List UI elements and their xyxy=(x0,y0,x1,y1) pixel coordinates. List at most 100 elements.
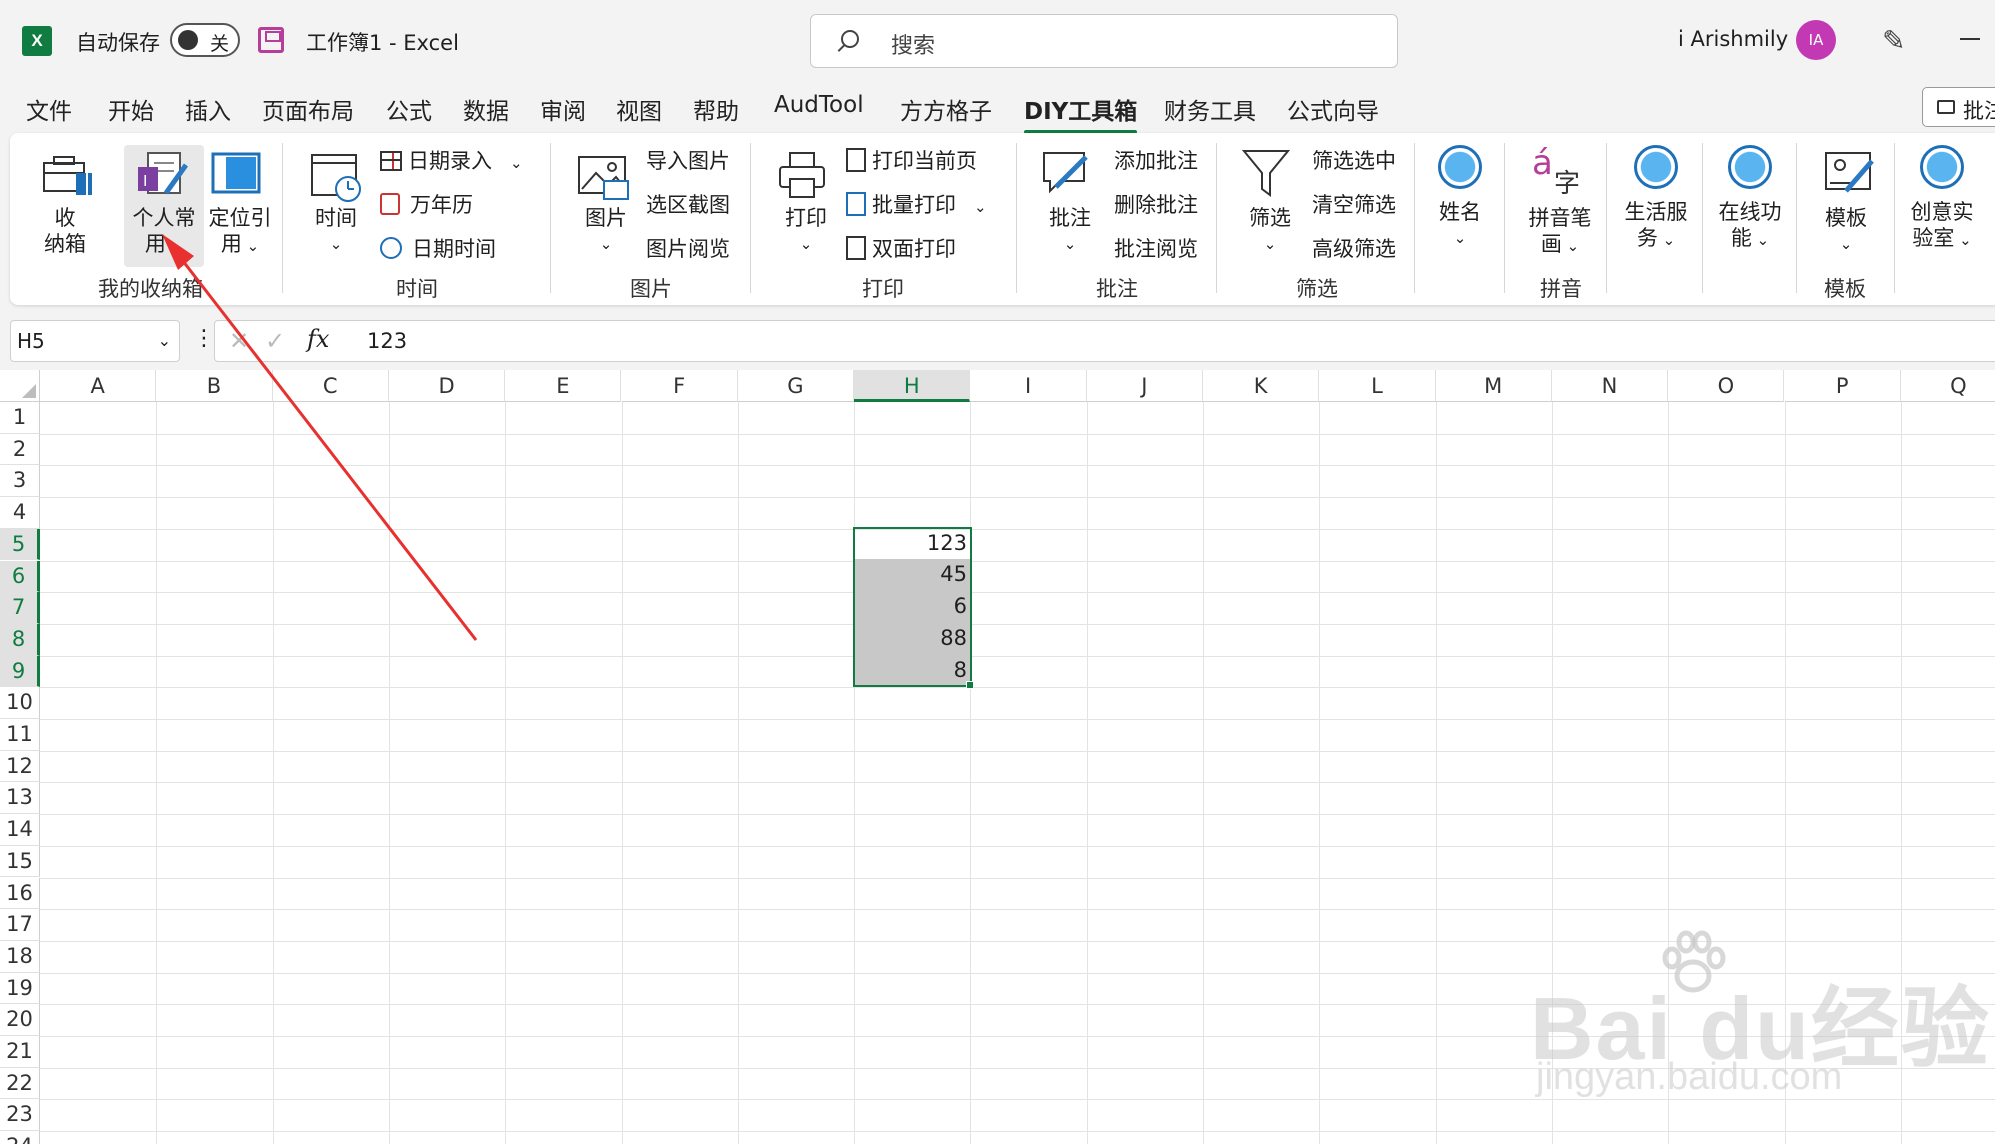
column-header-q[interactable]: Q xyxy=(1900,370,1995,402)
row-header-3[interactable]: 3 xyxy=(0,465,40,498)
insert-function-icon[interactable]: fx xyxy=(307,325,329,353)
column-header-f[interactable]: F xyxy=(621,370,738,402)
enter-check-icon[interactable]: ✓ xyxy=(265,327,285,355)
perpetual-calendar-button[interactable]: 万年历 xyxy=(380,189,473,219)
row-header-8[interactable]: 8 xyxy=(0,623,40,656)
picture-button[interactable]: 图片 ⌄ xyxy=(576,205,636,257)
row-header-18[interactable]: 18 xyxy=(0,940,40,973)
tab-view[interactable]: 视图 xyxy=(616,92,662,126)
creative-lab-button[interactable]: 创意实 验室 ⌄ xyxy=(1902,199,1982,253)
pinyin-stroke-button[interactable]: 拼音笔 画 ⌄ xyxy=(1520,205,1600,259)
name-button[interactable]: 姓名 ⌄ xyxy=(1430,199,1490,251)
search-box[interactable]: 搜索 xyxy=(810,14,1398,68)
print-button[interactable]: 打印 ⌄ xyxy=(776,205,836,257)
row-header-12[interactable]: 12 xyxy=(0,750,40,783)
select-all-corner[interactable] xyxy=(0,370,40,402)
row-header-2[interactable]: 2 xyxy=(0,433,40,466)
row-header-21[interactable]: 21 xyxy=(0,1036,40,1068)
column-header-e[interactable]: E xyxy=(505,370,622,402)
worksheet-grid[interactable]: ABCDEFGHIJKLMNOPQ 1 2 3 4 5 6 7 8 9 10 11 12 13 14 15 1… xyxy=(0,370,1995,1144)
tab-diy-toolbox[interactable]: DIY工具箱 xyxy=(1024,92,1138,134)
column-header-k[interactable]: K xyxy=(1203,370,1320,402)
column-header-m[interactable]: M xyxy=(1435,370,1552,402)
date-entry-button[interactable]: 日期录入 ⌄ xyxy=(380,145,523,175)
datetime-button[interactable]: 日期时间 xyxy=(380,233,496,263)
pen-icon[interactable]: ✎ xyxy=(1882,24,1905,57)
row-header-24[interactable]: 24 xyxy=(0,1131,40,1144)
column-header-c[interactable]: C xyxy=(272,370,389,402)
add-comment-button[interactable]: 添加批注 xyxy=(1114,145,1198,175)
tab-data[interactable]: 数据 xyxy=(463,92,509,126)
locate-reference-button[interactable]: 定位引 用 ⌄ xyxy=(200,205,280,259)
tab-finance[interactable]: 财务工具 xyxy=(1164,92,1256,126)
row-header-1[interactable]: 1 xyxy=(0,402,40,434)
column-header-i[interactable]: I xyxy=(970,370,1087,402)
tab-formulas[interactable]: 公式 xyxy=(386,92,432,126)
import-picture-button[interactable]: 导入图片 xyxy=(646,145,730,175)
tab-audtool[interactable]: AudTool xyxy=(774,92,864,118)
comments-button[interactable]: 批注 xyxy=(1922,87,1995,127)
column-header-g[interactable]: G xyxy=(737,370,855,402)
row-header-15[interactable]: 15 xyxy=(0,845,40,878)
row-header-23[interactable]: 23 xyxy=(0,1099,40,1132)
chevron-down-icon[interactable]: ⌄ xyxy=(158,331,171,350)
column-header-n[interactable]: N xyxy=(1551,370,1669,402)
tab-help[interactable]: 帮助 xyxy=(693,92,739,126)
row-header-14[interactable]: 14 xyxy=(0,814,40,846)
row-header-19[interactable]: 19 xyxy=(0,972,40,1005)
online-function-button[interactable]: 在线功 能 ⌄ xyxy=(1710,199,1790,253)
batch-print-button[interactable]: 批量打印 ⌄ xyxy=(846,189,987,219)
save-icon[interactable] xyxy=(258,27,284,53)
formula-input[interactable]: ✕ ✓ fx 123 xyxy=(214,320,1995,362)
tab-formula-wizard[interactable]: 公式向导 xyxy=(1287,92,1379,126)
autosave-toggle[interactable]: 关 xyxy=(170,23,240,57)
column-header-b[interactable]: B xyxy=(156,370,273,402)
region-screenshot-button[interactable]: 选区截图 xyxy=(646,189,730,219)
row-header-13[interactable]: 13 xyxy=(0,782,40,815)
row-header-11[interactable]: 11 xyxy=(0,719,40,751)
avatar[interactable]: IA xyxy=(1796,20,1836,60)
minimize-icon[interactable] xyxy=(1960,38,1980,40)
print-current-page-button[interactable]: 打印当前页 xyxy=(846,145,977,175)
time-button[interactable]: 时间 ⌄ xyxy=(306,205,366,257)
row-header-22[interactable]: 22 xyxy=(0,1067,40,1100)
tab-page-layout[interactable]: 页面布局 xyxy=(262,92,354,126)
cancel-icon[interactable]: ✕ xyxy=(229,327,249,355)
filter-button[interactable]: 筛选 ⌄ xyxy=(1240,205,1300,257)
column-header-d[interactable]: D xyxy=(388,370,506,402)
life-service-button[interactable]: 生活服 务 ⌄ xyxy=(1616,199,1696,253)
row-header-20[interactable]: 20 xyxy=(0,1004,40,1036)
column-header-h[interactable]: H xyxy=(854,370,971,402)
user-name[interactable]: i Arishmily xyxy=(1678,27,1788,51)
column-header-j[interactable]: J xyxy=(1086,370,1203,402)
personal-button[interactable]: 个人常 用 ⌄ xyxy=(124,205,204,259)
row-header-16[interactable]: 16 xyxy=(0,877,40,910)
row-header-4[interactable]: 4 xyxy=(0,497,40,529)
row-header-5[interactable]: 5 xyxy=(0,528,40,561)
column-header-o[interactable]: O xyxy=(1668,370,1785,402)
duplex-print-button[interactable]: 双面打印 xyxy=(846,233,956,263)
comment-button[interactable]: 批注 ⌄ xyxy=(1040,205,1100,257)
template-button[interactable]: 模板 ⌄ xyxy=(1816,205,1876,257)
row-header-10[interactable]: 10 xyxy=(0,687,40,719)
clear-filter-button[interactable]: 清空筛选 xyxy=(1312,189,1396,219)
tab-fangfang[interactable]: 方方格子 xyxy=(900,92,992,126)
tab-insert[interactable]: 插入 xyxy=(185,92,231,126)
advanced-filter-button[interactable]: 高级筛选 xyxy=(1312,233,1396,263)
delete-comment-button[interactable]: 删除批注 xyxy=(1114,189,1198,219)
row-header-9[interactable]: 9 xyxy=(0,655,40,688)
more-options-icon[interactable]: ⋮ xyxy=(193,326,215,351)
filter-selected-button[interactable]: 筛选选中 xyxy=(1312,145,1396,175)
tab-file[interactable]: 文件 xyxy=(26,92,72,126)
row-header-6[interactable]: 6 xyxy=(0,560,40,593)
name-box[interactable]: H5 ⌄ xyxy=(10,320,180,362)
column-header-a[interactable]: A xyxy=(40,370,157,402)
column-header-l[interactable]: L xyxy=(1319,370,1436,402)
fill-handle[interactable] xyxy=(966,681,974,689)
row-header-17[interactable]: 17 xyxy=(0,909,40,941)
view-comments-button[interactable]: 批注阅览 xyxy=(1114,233,1198,263)
storage-button[interactable]: 收 纳箱 xyxy=(40,205,90,257)
tab-review[interactable]: 审阅 xyxy=(540,92,586,126)
column-header-p[interactable]: P xyxy=(1784,370,1901,402)
row-header-7[interactable]: 7 xyxy=(0,592,40,624)
